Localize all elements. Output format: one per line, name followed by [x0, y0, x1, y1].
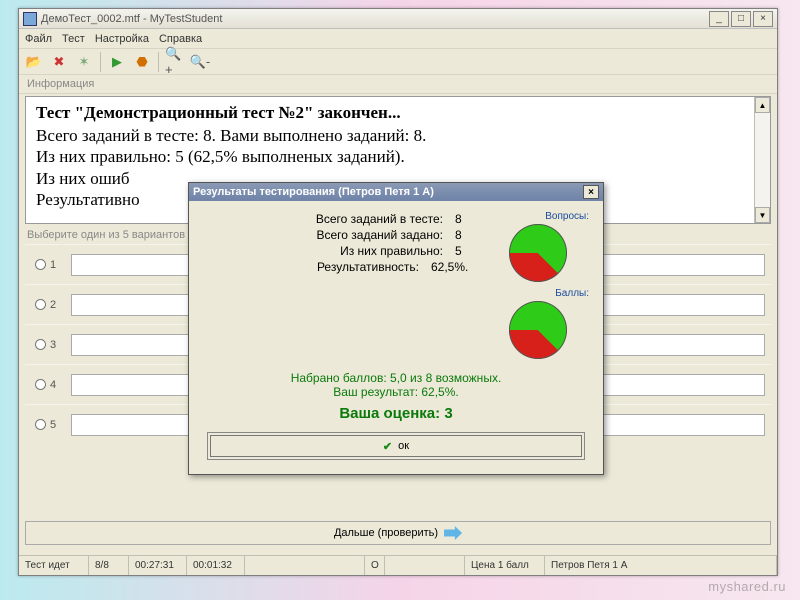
menu-help[interactable]: Справка	[159, 33, 202, 45]
check-icon: ✔	[383, 440, 392, 453]
ok-label: ок	[398, 440, 409, 452]
stat-label: Из них правильно:	[340, 244, 443, 258]
pie-points	[509, 301, 567, 359]
score-line2: Ваш результат: 62,5%.	[203, 385, 589, 399]
radio-4[interactable]	[35, 379, 46, 390]
choice-label: 4	[50, 379, 56, 391]
minimize-button[interactable]: _	[709, 11, 729, 27]
stat-value: 5	[455, 244, 479, 258]
radio-2[interactable]	[35, 299, 46, 310]
info-header: Тест "Демонстрационный тест №2" закончен…	[36, 103, 760, 123]
status-running: Тест идет	[19, 556, 89, 575]
chart-label-points: Баллы:	[487, 288, 589, 299]
toolbar: 📂 ✖ ✶ ▶ ⬣ 🔍+ 🔍-	[19, 49, 777, 75]
status-flag: О	[365, 556, 385, 575]
choice-label: 2	[50, 299, 56, 311]
status-user: Петров Петя 1 А	[545, 556, 777, 575]
choice-label: 1	[50, 259, 56, 271]
dialog-titlebar: Результаты тестирования (Петров Петя 1 А…	[189, 183, 603, 201]
menu-settings[interactable]: Настройка	[95, 33, 149, 45]
choice-label: 5	[50, 419, 56, 431]
charts-block: Вопросы: Баллы:	[479, 211, 589, 365]
score-line1: Набрано баллов: 5,0 из 8 возможных.	[203, 371, 589, 385]
menu-file[interactable]: Файл	[25, 33, 52, 45]
stat-label: Результативность:	[317, 260, 419, 274]
stat-label: Всего заданий задано:	[316, 228, 443, 242]
info-line: Из них правильно: 5 (62,5% выполненых за…	[36, 146, 760, 167]
stop-icon[interactable]: ⬣	[131, 51, 153, 73]
cancel-icon[interactable]: ✖	[48, 51, 70, 73]
menu-test[interactable]: Тест	[62, 33, 85, 45]
next-button[interactable]: Дальше (проверить)	[25, 521, 771, 545]
statusbar: Тест идет 8/8 00:27:31 00:01:32 О Цена 1…	[19, 555, 777, 575]
stat-label: Всего заданий в тесте:	[316, 212, 443, 226]
status-price: Цена 1 балл	[465, 556, 545, 575]
next-label: Дальше (проверить)	[334, 527, 438, 539]
scroll-down-icon[interactable]: ▼	[755, 207, 770, 223]
stat-value: 62,5%.	[431, 260, 479, 274]
open-icon[interactable]: 📂	[23, 51, 45, 73]
radio-3[interactable]	[35, 339, 46, 350]
status-progress: 8/8	[89, 556, 129, 575]
tools-icon[interactable]: ✶	[73, 51, 95, 73]
status-task-time: 00:01:32	[187, 556, 245, 575]
pie-questions	[509, 224, 567, 282]
score-summary: Набрано баллов: 5,0 из 8 возможных. Ваш …	[203, 371, 589, 399]
stat-value: 8	[455, 228, 479, 242]
play-icon[interactable]: ▶	[106, 51, 128, 73]
window-title: ДемоТест_0002.mtf - MyTestStudent	[41, 13, 222, 25]
titlebar: ДемоТест_0002.mtf - MyTestStudent _ □ ×	[19, 9, 777, 29]
results-dialog: Результаты тестирования (Петров Петя 1 А…	[188, 182, 604, 475]
chart-label-questions: Вопросы:	[487, 211, 589, 222]
zoom-out-icon[interactable]: 🔍-	[189, 51, 211, 73]
ok-button[interactable]: ✔ ок	[210, 435, 582, 457]
grade: Ваша оценка: 3	[203, 405, 589, 422]
info-line: Всего заданий в тесте: 8. Вами выполнено…	[36, 125, 760, 146]
radio-1[interactable]	[35, 259, 46, 270]
stat-value: 8	[455, 212, 479, 226]
scroll-up-icon[interactable]: ▲	[755, 97, 770, 113]
zoom-in-icon[interactable]: 🔍+	[164, 51, 186, 73]
dialog-close-button[interactable]: ×	[583, 185, 599, 199]
maximize-button[interactable]: □	[731, 11, 751, 27]
info-section-label: Информация	[19, 75, 777, 94]
menubar: Файл Тест Настройка Справка	[19, 29, 777, 49]
dialog-title: Результаты тестирования (Петров Петя 1 А…	[193, 186, 434, 198]
info-scrollbar[interactable]: ▲ ▼	[754, 97, 770, 223]
app-icon	[23, 12, 37, 26]
close-button[interactable]: ×	[753, 11, 773, 27]
radio-5[interactable]	[35, 419, 46, 430]
choice-label: 3	[50, 339, 56, 351]
watermark: myshared.ru	[708, 579, 786, 594]
stats-block: Всего заданий в тесте: 8 Всего заданий за…	[203, 211, 479, 365]
status-elapsed: 00:27:31	[129, 556, 187, 575]
arrow-right-icon	[444, 526, 462, 540]
